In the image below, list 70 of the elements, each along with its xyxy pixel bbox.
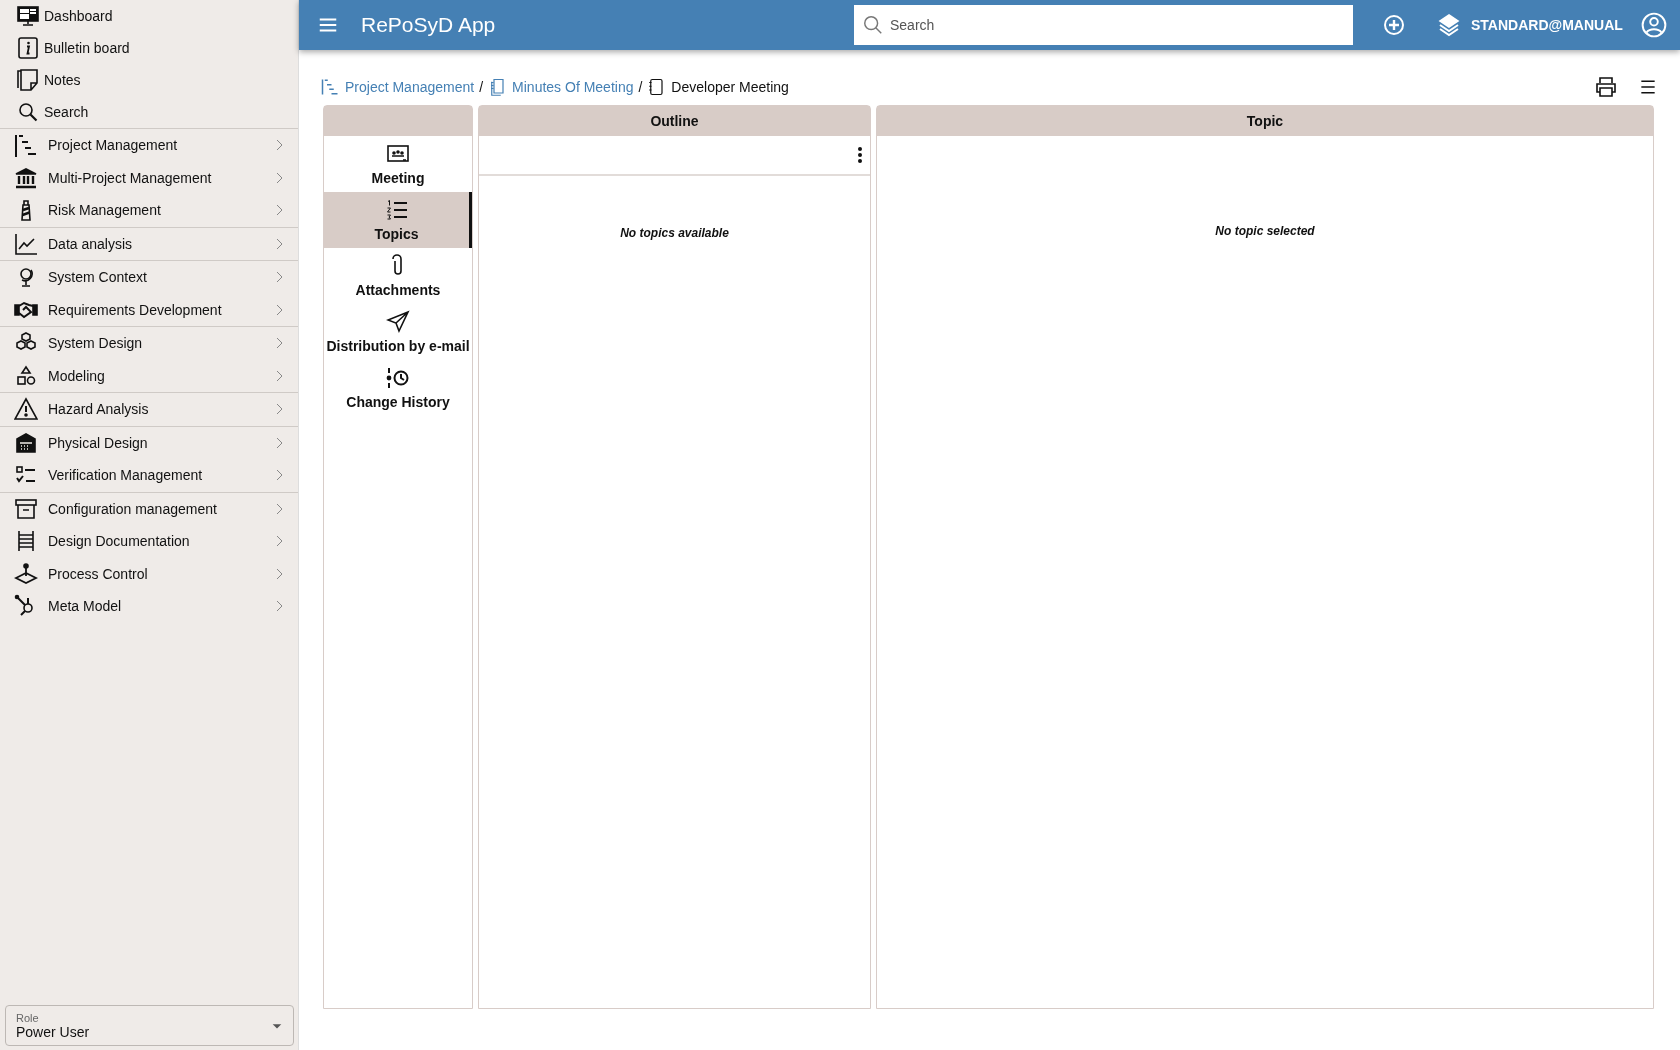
shapes-icon — [14, 363, 38, 388]
side-tab[interactable]: Change History — [324, 360, 472, 416]
sidebar-item[interactable]: Verification Management — [0, 459, 298, 492]
sidebar-item[interactable]: Search — [0, 96, 298, 128]
empty-message: No topic selected — [1214, 224, 1316, 238]
sidebar-item[interactable]: Notes — [0, 64, 298, 96]
layers-button[interactable] — [1437, 13, 1461, 37]
app-title: RePoSyD App — [361, 13, 497, 37]
print-button[interactable] — [1594, 75, 1618, 99]
sidebar-item[interactable]: Process Control — [0, 557, 298, 590]
bank-icon — [14, 165, 38, 190]
side-tab[interactable]: Meeting — [324, 136, 472, 192]
account-button[interactable] — [1640, 12, 1667, 38]
history-icon — [386, 366, 410, 390]
sidebar-item[interactable]: Requirements Development — [0, 293, 298, 326]
panel-title: Outline — [650, 113, 699, 129]
breadcrumb-link[interactable]: Project Management — [345, 79, 475, 95]
panel-title: Topic — [1246, 113, 1284, 129]
building-icon — [14, 430, 38, 455]
sidebar-item[interactable]: Meta Model — [0, 590, 298, 623]
sidebar-item[interactable]: Project Management — [0, 129, 298, 162]
warning-icon — [14, 397, 38, 422]
archive-icon — [14, 496, 38, 521]
breadcrumb-current: Developer Meeting — [671, 79, 789, 95]
info-icon — [16, 36, 40, 60]
side-tab[interactable]: Topics — [324, 192, 472, 248]
sidebar-item[interactable]: Risk Management — [0, 194, 298, 227]
sidebar-item[interactable]: Hazard Analysis — [0, 393, 298, 426]
role-label: Role — [16, 1012, 39, 1024]
notebook-icon — [647, 78, 666, 96]
joystick-icon — [14, 561, 38, 586]
note-icon — [16, 68, 40, 92]
search-icon — [862, 14, 884, 36]
sidebar-item[interactable]: Multi-Project Management — [0, 161, 298, 194]
add-button[interactable] — [1382, 13, 1406, 37]
empty-message: No topics available — [619, 226, 730, 240]
menu-button[interactable] — [1638, 77, 1658, 97]
sidebar-item[interactable]: Modeling — [0, 359, 298, 392]
dropdown-caret-icon — [271, 1021, 283, 1031]
side-tab[interactable]: Attachments — [324, 248, 472, 304]
printer-icon — [1594, 75, 1618, 99]
sidebar-item[interactable]: Data analysis — [0, 227, 298, 260]
paper-plane-icon — [386, 310, 410, 334]
account-icon — [1640, 12, 1667, 38]
numbered-list-icon — [384, 198, 409, 222]
search-icon — [16, 100, 40, 124]
role-select[interactable]: Role Power User — [5, 1005, 294, 1046]
more-vertical-icon — [858, 147, 862, 163]
breadcrumb-separator: / — [479, 79, 484, 95]
sidebar-item[interactable]: System Design — [0, 327, 298, 360]
side-tab[interactable]: Distribution by e-mail — [324, 304, 472, 360]
hierarchy-icon — [14, 133, 38, 158]
sidebar-item[interactable]: Configuration management — [0, 492, 298, 525]
sidebar-item[interactable]: Dashboard — [0, 0, 298, 32]
sidebar-item[interactable]: Design Documentation — [0, 525, 298, 558]
search-field[interactable]: Search — [854, 5, 1353, 45]
monitor-icon — [16, 4, 40, 28]
menu-icon — [1638, 77, 1658, 97]
breadcrumb-separator: / — [638, 79, 643, 95]
sidebar-item[interactable]: System Context — [0, 261, 298, 294]
notebooks-icon — [488, 78, 507, 96]
hierarchy-icon — [321, 78, 339, 96]
sidebar-item[interactable]: Physical Design — [0, 426, 298, 459]
more-button[interactable] — [858, 147, 862, 163]
user-context[interactable]: STANDARD@MANUAL — [1471, 17, 1623, 33]
add-circle-icon — [1382, 13, 1406, 37]
line-chart-icon — [14, 231, 38, 256]
sidebar-item[interactable]: Bulletin board — [0, 32, 298, 64]
breadcrumb-link[interactable]: Minutes Of Meeting — [512, 79, 634, 95]
layers-icon — [1437, 13, 1461, 37]
